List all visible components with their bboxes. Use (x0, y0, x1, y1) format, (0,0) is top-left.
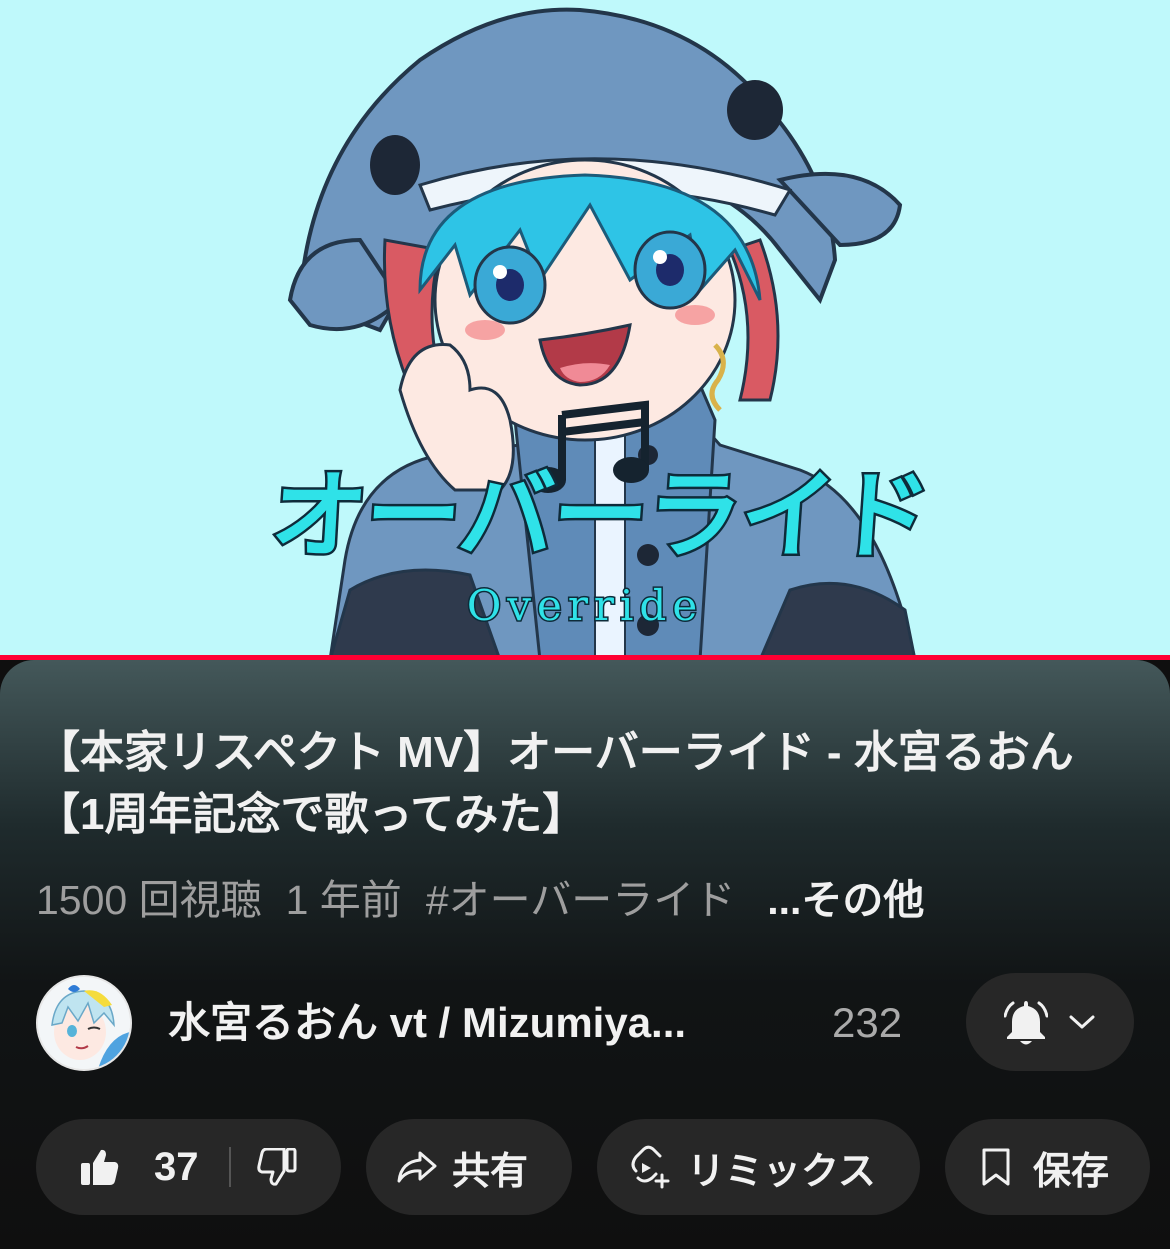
channel-row[interactable]: 水宮るおん vt / Mizumiya... 232 (36, 973, 1136, 1073)
subscriber-count: 232 (832, 999, 903, 1046)
chevron-down-icon (1069, 1015, 1095, 1029)
avatar-illustration (38, 977, 130, 1069)
save-button[interactable]: 保存 (945, 1119, 1150, 1215)
thumbnail-title-en: Override (465, 581, 704, 630)
thumbs-up-icon (81, 1149, 119, 1185)
remix-button[interactable]: リミックス (597, 1119, 920, 1215)
channel-avatar[interactable] (36, 975, 132, 1071)
like-button[interactable]: 37 (36, 1145, 199, 1190)
share-label: 共有 (452, 1150, 529, 1193)
video-player-thumbnail[interactable]: オーバーライド Override (0, 0, 1170, 660)
video-title[interactable]: 【本家リスペクト MV】オーバーライド - 水宮るおん【1周年記念で歌ってみた】 (36, 722, 1116, 846)
view-count: 1500 回視聴 (36, 877, 262, 923)
remix-icon (631, 1145, 670, 1189)
more-link[interactable]: ...その他 (767, 866, 924, 926)
save-label: 保存 (1033, 1150, 1110, 1193)
thumbs-down-icon (256, 1148, 296, 1186)
dislike-button[interactable] (256, 1148, 297, 1186)
upload-age: 1 年前 (285, 877, 402, 923)
like-dislike-group: 37 (36, 1119, 341, 1215)
remix-label: リミックス (687, 1150, 876, 1193)
like-divider (228, 1147, 231, 1187)
bookmark-icon (982, 1148, 1010, 1186)
share-icon (397, 1151, 437, 1183)
like-count: 37 (154, 1144, 199, 1189)
thumbnail-title-jp: オーバーライド (265, 458, 935, 575)
hashtag-link[interactable]: #オーバーライド (426, 866, 735, 926)
video-meta-row[interactable]: 1500 回視聴 1 年前 #オーバーライド ...その他 (36, 866, 948, 926)
bell-filled-icon (1004, 1001, 1048, 1045)
subscribed-notification-button[interactable] (966, 973, 1134, 1071)
share-button[interactable]: 共有 (366, 1119, 572, 1215)
channel-name[interactable]: 水宮るおん vt / Mizumiya... (168, 993, 686, 1053)
